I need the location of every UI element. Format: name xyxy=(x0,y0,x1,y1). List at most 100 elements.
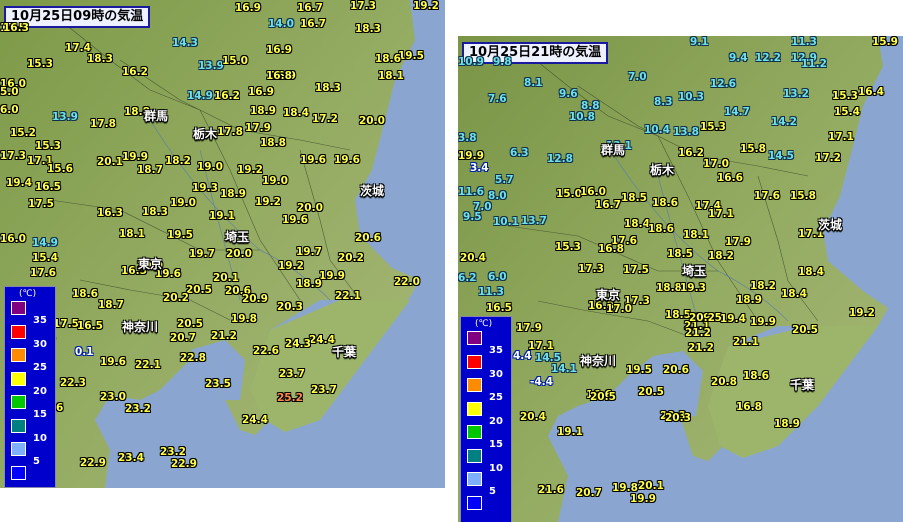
temperature-value: 14.0 xyxy=(268,18,294,30)
temperature-value: 22.0 xyxy=(394,276,420,288)
temperature-value: 9.5 xyxy=(463,211,482,223)
legend-level: 5 xyxy=(489,486,496,497)
temperature-value: 15.2 xyxy=(10,127,36,139)
legend-swatch xyxy=(467,425,482,439)
temperature-value: 19.9 xyxy=(458,150,484,162)
temperature-value: 18.7 xyxy=(98,299,124,311)
map-panel-2100: 10月25日21時の気温 9.1 11.3 15.9 10.9 9.8 9.4 12.2 12… xyxy=(458,36,903,522)
temperature-value: 19.1 xyxy=(209,210,235,222)
temperature-value: 14.2 xyxy=(771,116,797,128)
temperature-value: 25.2 xyxy=(277,392,303,404)
temperature-value: 7.0 xyxy=(628,71,647,83)
prefecture-label: 千葉 xyxy=(332,345,357,359)
temperature-value: 14.3 xyxy=(172,37,198,49)
temperature-value: 8.3 xyxy=(654,96,673,108)
temperature-value: 19.5 xyxy=(626,364,652,376)
temperature-value: 18.3 xyxy=(315,82,341,94)
temperature-value: 16.0 xyxy=(580,186,606,198)
temperature-value: 19.2 xyxy=(413,0,439,12)
temperature-value: 19.1 xyxy=(557,426,583,438)
temperature-value: 17.3 xyxy=(0,150,26,162)
legend-level: 35 xyxy=(33,315,47,326)
legend-level: 30 xyxy=(489,368,503,380)
temperature-value: 19.8 xyxy=(231,313,257,325)
temperature-value: 22.6 xyxy=(253,345,279,357)
temperature-value: 18.9 xyxy=(220,188,246,200)
temperature-value: 23.2 xyxy=(125,403,151,415)
temperature-value: 20.9 xyxy=(242,293,268,305)
prefecture-label: 神奈川 xyxy=(122,320,159,334)
temperature-value: 20.6 xyxy=(355,232,381,244)
temperature-value: 19.3 xyxy=(680,282,706,294)
temperature-value: 16.2 xyxy=(122,66,148,78)
legend-swatch xyxy=(467,495,482,510)
temperature-value: 18.2 xyxy=(165,155,191,167)
temperature-value: 17.5 xyxy=(623,264,649,276)
legend-swatch xyxy=(11,324,26,339)
temperature-value: 14.9 xyxy=(32,237,58,249)
temperature-value: 19.4 xyxy=(6,177,32,189)
temperature-value: 11.6 xyxy=(458,186,484,198)
temperature-value: 12.2 xyxy=(755,52,781,64)
temperature-value: 16.5 xyxy=(486,302,512,314)
temperature-value: 20.4 xyxy=(520,411,546,423)
temperature-value: 19.9 xyxy=(319,270,345,282)
temperature-value: 22.9 xyxy=(80,457,106,469)
prefecture-label: 茨城 xyxy=(360,184,385,198)
temperature-value: 14.7 xyxy=(724,106,750,118)
temperature-value: 6.0 xyxy=(0,104,19,116)
legend-swatch xyxy=(11,301,26,315)
prefecture-label: 千葉 xyxy=(790,378,815,392)
temperature-value: 20.1 xyxy=(97,156,123,168)
temperature-value: 9.1 xyxy=(690,36,709,48)
prefecture-label: 東京 xyxy=(596,288,621,302)
temperature-value: 10.1 xyxy=(493,216,519,228)
temperature-value: 20.5 xyxy=(590,391,616,403)
temperature-value: 17.1 xyxy=(828,131,854,143)
temperature-value: 9.6 xyxy=(559,88,578,100)
temperature-value: 20.3 xyxy=(665,412,691,424)
temperature-legend: (℃) 35 30 25 20 15 10 5 xyxy=(460,316,512,522)
temperature-value: 13.9 xyxy=(52,111,78,123)
temperature-value: 19.6 xyxy=(100,356,126,368)
temperature-value: 19.0 xyxy=(262,175,288,187)
temperature-value: 18.6 xyxy=(375,53,401,65)
temperature-value: 20.7 xyxy=(170,332,196,344)
temperature-value: 17.5 xyxy=(28,198,54,210)
prefecture-label: 茨城 xyxy=(818,218,843,232)
temperature-value: 13.9 xyxy=(198,60,224,72)
prefecture-label: 埼玉 xyxy=(682,264,707,278)
temperature-value: 16.8 xyxy=(598,243,624,255)
temperature-value: 20.0 xyxy=(359,115,385,127)
temperature-value: 19.9 xyxy=(750,316,776,328)
temperature-value: 18.1 xyxy=(378,70,404,82)
prefecture-label: 神奈川 xyxy=(580,354,617,368)
temperature-legend: (℃) 35 30 25 20 15 10 5 xyxy=(4,286,56,488)
temperature-value: 17.6 xyxy=(30,267,56,279)
temperature-value: 11.3 xyxy=(791,36,817,48)
temperature-value: 20.6 xyxy=(663,364,689,376)
temperature-value: 24.4 xyxy=(242,414,268,426)
temperature-value: 17.0 xyxy=(606,303,632,315)
temperature-value: 18.9 xyxy=(296,278,322,290)
temperature-value: 18.4 xyxy=(283,107,309,119)
legend-level: 15 xyxy=(489,439,503,450)
temperature-value: 18.6 xyxy=(743,370,769,382)
temperature-value: 19.5 xyxy=(167,229,193,241)
temperature-value: 16.2 xyxy=(214,90,240,102)
temperature-value: 11.2 xyxy=(801,58,827,70)
temperature-value: 17.8 xyxy=(90,118,116,130)
temperature-value: 16.8 xyxy=(266,70,292,82)
temperature-value: 18.4 xyxy=(781,288,807,300)
temperature-value: 19.5 xyxy=(398,50,424,62)
prefecture-label: 埼玉 xyxy=(225,230,250,244)
temperature-value: 20.8 xyxy=(711,376,737,388)
temperature-value: 13.8 xyxy=(673,126,699,138)
temperature-value: 20.5 xyxy=(186,284,212,296)
temperature-value: 22.3 xyxy=(60,377,86,389)
temperature-value: 20.0 xyxy=(226,248,252,260)
temperature-value: 19.0 xyxy=(197,161,223,173)
temperature-value: 18.6 xyxy=(648,223,674,235)
temperature-value: 21.1 xyxy=(733,336,759,348)
temperature-value: 15.3 xyxy=(555,241,581,253)
